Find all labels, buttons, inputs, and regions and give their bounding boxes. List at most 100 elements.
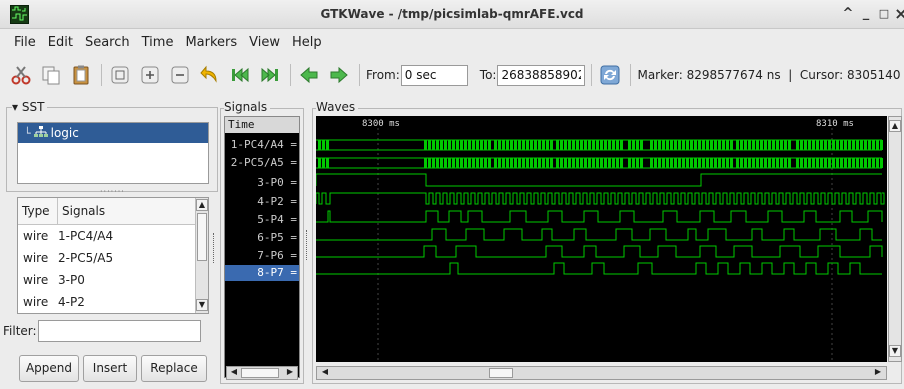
signal-list-scrollbar[interactable]: ▲ ▼ xyxy=(195,198,208,313)
menu-search[interactable]: Search xyxy=(79,35,136,50)
maximize-button[interactable]: □ xyxy=(876,5,892,23)
scroll-left-arrow-icon[interactable]: ◀ xyxy=(319,367,331,379)
column-header-signals[interactable]: Signals xyxy=(58,198,192,224)
undo-icon[interactable] xyxy=(198,63,222,87)
tree-branch-icon: └ xyxy=(24,126,31,140)
signals-pane[interactable]: Time 1-PC4/A4 = 2-PC5/A5 = 3-P0 = 4-P2 =… xyxy=(224,116,300,378)
signal-list-table[interactable]: Type Signals wire 1-PC4/A4 wire 2-PC5/A5 w… xyxy=(17,197,209,314)
zoom-out-icon[interactable] xyxy=(168,63,192,87)
scroll-right-arrow-icon[interactable]: ▶ xyxy=(284,367,296,379)
column-header-type[interactable]: Type xyxy=(18,198,58,224)
waveform-display[interactable]: 8300 ms 8310 ms xyxy=(316,116,887,362)
signal-name-row[interactable]: 3-P0 = xyxy=(257,175,297,191)
paste-icon[interactable] xyxy=(69,63,93,87)
table-row[interactable]: wire 2-PC5/A5 xyxy=(18,247,208,269)
wave-burst xyxy=(568,140,571,150)
wave-burst xyxy=(780,140,783,150)
wave-burst xyxy=(654,158,657,168)
replace-button[interactable]: Replace xyxy=(141,355,207,382)
tree-item-logic[interactable]: └ logic xyxy=(18,123,208,143)
wave-burst xyxy=(518,140,521,150)
scrollbar-thumb[interactable] xyxy=(489,368,513,378)
sst-tree[interactable]: └ logic xyxy=(17,122,209,184)
table-row[interactable]: wire 1-PC4/A4 xyxy=(18,225,208,247)
insert-button[interactable]: Insert xyxy=(83,355,137,382)
wave-burst xyxy=(812,158,815,168)
table-row[interactable]: wire 4-P2 xyxy=(18,291,208,313)
signal-name-row[interactable]: 4-P2 = xyxy=(257,194,297,210)
scroll-up-arrow-icon[interactable]: ▲ xyxy=(196,199,208,211)
signal-name-row[interactable]: 1-PC4/A4 = xyxy=(231,137,297,153)
pane-resize-grip[interactable] xyxy=(306,230,309,260)
wave-burst xyxy=(702,158,705,168)
wave-burst xyxy=(726,140,729,150)
wave-burst xyxy=(760,140,763,150)
wave-burst xyxy=(748,140,751,150)
wave-burst xyxy=(670,158,673,168)
wave-burst xyxy=(480,158,483,168)
signal-name-row-selected[interactable]: 8-P7 = xyxy=(225,265,299,281)
scroll-up-arrow-icon[interactable]: ▲ xyxy=(889,120,901,132)
signal-name-row[interactable]: 2-PC5/A5 = xyxy=(231,155,297,171)
waves-vscrollbar[interactable]: ▲ ▼ xyxy=(888,116,902,362)
wave-burst xyxy=(620,158,623,168)
wave-burst xyxy=(494,158,497,168)
wave-burst xyxy=(788,140,791,150)
menu-file[interactable]: File xyxy=(8,35,42,50)
menu-markers[interactable]: Markers xyxy=(179,35,243,50)
pane-resize-grip[interactable] xyxy=(213,233,216,263)
zoom-end-icon[interactable] xyxy=(258,63,282,87)
to-time-input[interactable] xyxy=(497,64,586,86)
wave-burst xyxy=(718,158,721,168)
scroll-right-arrow-icon[interactable]: ▶ xyxy=(872,367,884,379)
wave-burst xyxy=(632,140,635,150)
wave-burst xyxy=(432,158,435,168)
wave-burst xyxy=(322,140,325,150)
prev-edge-icon[interactable] xyxy=(297,63,321,87)
wave-burst xyxy=(564,140,567,150)
sst-title[interactable]: ▾ SST xyxy=(12,100,48,114)
filter-input[interactable] xyxy=(38,320,201,342)
minimize-button[interactable]: ^ xyxy=(840,5,856,23)
signal-name-row[interactable]: 7-P6 = xyxy=(257,248,297,264)
menu-help[interactable]: Help xyxy=(286,35,328,50)
scroll-down-arrow-icon[interactable]: ▼ xyxy=(889,345,901,357)
menu-time[interactable]: Time xyxy=(136,35,180,50)
pane-resize-grip[interactable]: ······· xyxy=(100,187,125,196)
wave-burst xyxy=(800,158,803,168)
wave-burst xyxy=(538,158,541,168)
menu-edit[interactable]: Edit xyxy=(42,35,79,50)
wave-burst xyxy=(752,158,755,168)
restore-button[interactable]: _ xyxy=(858,5,874,23)
wave-burst xyxy=(764,140,767,150)
scrollbar-thumb[interactable] xyxy=(197,213,207,261)
wave-burst xyxy=(550,158,553,168)
signal-name-row[interactable]: 5-P4 = xyxy=(257,212,297,228)
zoom-fit-icon[interactable] xyxy=(108,63,132,87)
signals-pane-title: Signals xyxy=(224,100,271,114)
wave-burst xyxy=(326,158,329,168)
zoom-begin-icon[interactable] xyxy=(228,63,252,87)
scroll-down-arrow-icon[interactable]: ▼ xyxy=(196,299,208,311)
signals-hscrollbar[interactable]: ◀ ▶ xyxy=(226,366,298,380)
from-time-input[interactable] xyxy=(400,64,468,86)
copy-icon[interactable] xyxy=(39,63,63,87)
close-button[interactable]: × xyxy=(893,5,904,23)
wave-burst xyxy=(518,158,521,168)
wave-burst xyxy=(550,140,553,150)
wave-burst xyxy=(800,140,803,150)
hierarchy-icon xyxy=(33,125,48,141)
scroll-left-arrow-icon[interactable]: ◀ xyxy=(228,367,240,379)
scrollbar-thumb[interactable] xyxy=(241,368,279,378)
table-row[interactable]: wire 3-P0 xyxy=(18,269,208,291)
menu-view[interactable]: View xyxy=(243,35,286,50)
zoom-in-icon[interactable] xyxy=(138,63,162,87)
wave-burst xyxy=(576,158,579,168)
next-edge-icon[interactable] xyxy=(327,63,351,87)
cut-icon[interactable] xyxy=(9,63,33,87)
waves-hscrollbar[interactable]: ◀ ▶ xyxy=(316,366,887,380)
append-button[interactable]: Append xyxy=(19,355,79,382)
reload-icon[interactable] xyxy=(598,63,622,87)
signal-name-row[interactable]: 6-P5 = xyxy=(257,230,297,246)
waves-canvas[interactable]: 8300 ms 8310 ms xyxy=(316,116,887,362)
